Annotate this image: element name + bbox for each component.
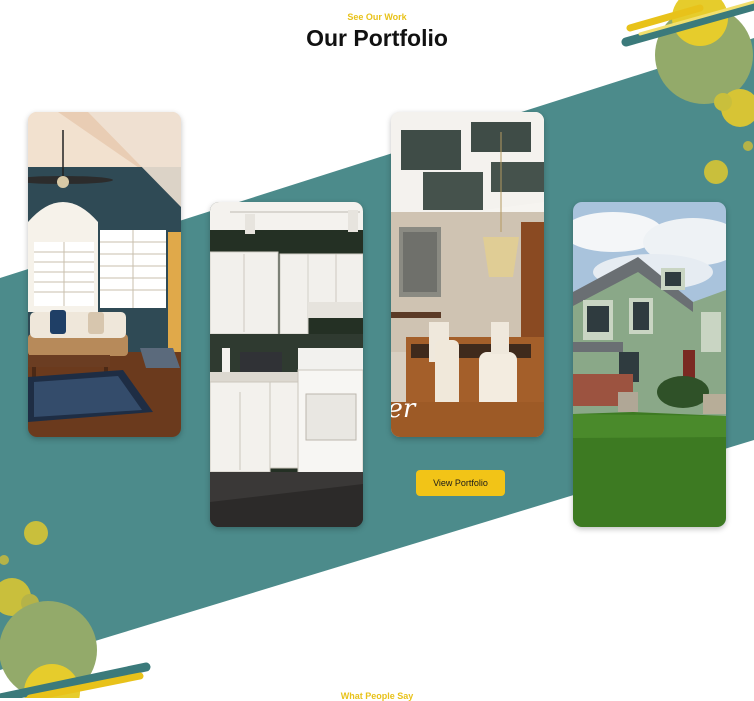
section-title: Our Portfolio: [306, 25, 448, 51]
portfolio-card-house-exterior[interactable]: [573, 202, 726, 527]
portfolio-card-dining-room[interactable]: ter: [391, 112, 544, 437]
portfolio-card-living-room[interactable]: [28, 112, 181, 437]
next-section-eyebrow: What People Say: [340, 691, 414, 701]
house-exterior-image: [573, 202, 726, 527]
dining-caption: ter: [391, 394, 417, 424]
living-room-image: [28, 112, 181, 437]
dining-room-image: ter: [391, 112, 544, 437]
portfolio-card-kitchen[interactable]: [210, 202, 363, 527]
section-eyebrow: See Our Work: [347, 12, 407, 22]
view-portfolio-button[interactable]: View Portfolio: [416, 470, 505, 496]
kitchen-image: [210, 202, 363, 527]
